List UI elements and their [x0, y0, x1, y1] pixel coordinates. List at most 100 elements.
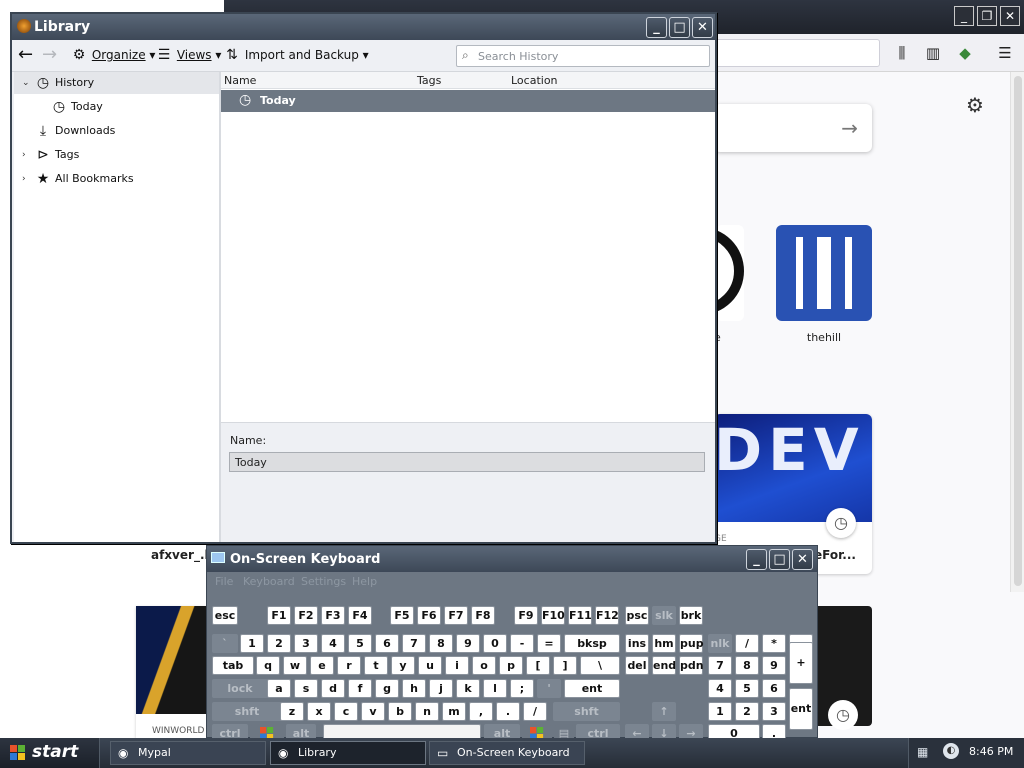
- key-rbracket[interactable]: ]: [553, 656, 577, 675]
- key-z[interactable]: z: [280, 702, 304, 721]
- newtab-search-box[interactable]: →: [714, 104, 872, 152]
- key-shft[interactable]: shft: [212, 702, 282, 721]
- key-a[interactable]: a: [267, 679, 291, 698]
- highlight-card-afxver[interactable]: afxver_.h: [136, 540, 216, 574]
- key-9[interactable]: 9: [456, 634, 480, 653]
- key-2[interactable]: 2: [735, 702, 759, 721]
- key-v[interactable]: v: [361, 702, 385, 721]
- library-titlebar[interactable]: Library _ □ ✕: [12, 14, 715, 40]
- close-button[interactable]: ✕: [692, 17, 713, 38]
- keyboard-tray-icon[interactable]: ▦: [917, 745, 928, 759]
- key-4[interactable]: 4: [708, 679, 732, 698]
- menu-file[interactable]: File: [215, 575, 233, 588]
- highlight-card[interactable]: ◷: [814, 606, 872, 730]
- key-2[interactable]: 2: [267, 634, 291, 653]
- key-3[interactable]: 3: [294, 634, 318, 653]
- key-f7[interactable]: F7: [444, 606, 468, 625]
- key-f1[interactable]: F1: [267, 606, 291, 625]
- menu-help[interactable]: Help: [352, 575, 377, 588]
- key-9[interactable]: 9: [762, 656, 786, 675]
- key-psc[interactable]: psc: [625, 606, 649, 625]
- key-l[interactable]: l: [483, 679, 507, 698]
- key-5[interactable]: 5: [348, 634, 372, 653]
- key-f6[interactable]: F6: [417, 606, 441, 625]
- key-shft[interactable]: shft: [553, 702, 620, 721]
- key-f11[interactable]: F11: [568, 606, 592, 625]
- key-u[interactable]: u: [418, 656, 442, 675]
- key-8[interactable]: 8: [735, 656, 759, 675]
- column-header-name[interactable]: Name: [224, 74, 256, 87]
- key-i[interactable]: i: [445, 656, 469, 675]
- key-0[interactable]: 0: [483, 634, 507, 653]
- menu-settings[interactable]: Settings: [301, 575, 346, 588]
- sidebar-icon[interactable]: ▥: [922, 43, 944, 63]
- key-d[interactable]: d: [321, 679, 345, 698]
- key-n[interactable]: n: [415, 702, 439, 721]
- key-minus[interactable]: -: [510, 634, 534, 653]
- key-f12[interactable]: F12: [595, 606, 619, 625]
- key-b[interactable]: b: [388, 702, 412, 721]
- key-hm[interactable]: hm: [652, 634, 676, 653]
- chevron-right-icon[interactable]: ›: [22, 144, 32, 166]
- menu-keyboard[interactable]: Keyboard: [243, 575, 295, 588]
- key-asterisk[interactable]: *: [762, 634, 786, 653]
- close-button[interactable]: ✕: [1000, 6, 1020, 26]
- chevron-right-icon[interactable]: ›: [22, 168, 32, 190]
- key-backslash[interactable]: \: [580, 656, 620, 675]
- key-up[interactable]: ↑: [652, 702, 676, 721]
- key-brk[interactable]: brk: [679, 606, 703, 625]
- library-icon[interactable]: ⫼: [891, 43, 913, 63]
- key-m[interactable]: m: [442, 702, 466, 721]
- column-header-location[interactable]: Location: [511, 74, 558, 87]
- name-field[interactable]: Today: [229, 452, 705, 472]
- sidebar-item-tags[interactable]: › ⊳ Tags: [14, 144, 219, 166]
- key-del[interactable]: del: [625, 656, 649, 675]
- key-tab[interactable]: tab: [212, 656, 254, 675]
- key-f10[interactable]: F10: [541, 606, 565, 625]
- views-button[interactable]: ☰ Views ▾: [155, 47, 222, 63]
- key-f3[interactable]: F3: [321, 606, 345, 625]
- key-lock[interactable]: lock: [212, 679, 268, 698]
- top-site-tile[interactable]: [716, 225, 744, 321]
- maximize-button[interactable]: □: [669, 17, 690, 38]
- key-f4[interactable]: F4: [348, 606, 372, 625]
- key-y[interactable]: y: [391, 656, 415, 675]
- sidebar-item-today[interactable]: ◷ Today: [14, 96, 219, 118]
- column-header-tags[interactable]: Tags: [417, 74, 441, 87]
- key-w[interactable]: w: [283, 656, 307, 675]
- key-6[interactable]: 6: [375, 634, 399, 653]
- key-ins[interactable]: ins: [625, 634, 649, 653]
- scrollbar-thumb[interactable]: [1014, 76, 1022, 586]
- clock[interactable]: 8:46 PM: [969, 745, 1013, 758]
- maximize-button[interactable]: □: [769, 549, 790, 570]
- key-lbracket[interactable]: [: [526, 656, 550, 675]
- chevron-down-icon[interactable]: ⌄: [22, 72, 32, 94]
- back-arrow-icon[interactable]: ←: [18, 44, 33, 65]
- arrow-right-icon[interactable]: →: [841, 116, 858, 140]
- key-ent[interactable]: ent: [789, 688, 813, 730]
- key-g[interactable]: g: [375, 679, 399, 698]
- table-row[interactable]: ◷ Today: [221, 90, 715, 112]
- hamburger-icon[interactable]: ☰: [994, 43, 1016, 63]
- key-f5[interactable]: F5: [390, 606, 414, 625]
- key-3[interactable]: 3: [762, 702, 786, 721]
- key-1[interactable]: 1: [708, 702, 732, 721]
- minimize-button[interactable]: _: [746, 549, 767, 570]
- key-bksp[interactable]: bksp: [564, 634, 620, 653]
- key-esc[interactable]: esc: [212, 606, 238, 625]
- key-r[interactable]: r: [337, 656, 361, 675]
- key-s[interactable]: s: [294, 679, 318, 698]
- key-o[interactable]: o: [472, 656, 496, 675]
- key-equals[interactable]: =: [537, 634, 561, 653]
- organize-button[interactable]: ⚙ Organize ▾: [70, 47, 156, 63]
- key-h[interactable]: h: [402, 679, 426, 698]
- key-t[interactable]: t: [364, 656, 388, 675]
- sidebar-item-history[interactable]: ⌄ ◷ History: [14, 72, 219, 94]
- key-5[interactable]: 5: [735, 679, 759, 698]
- key-j[interactable]: j: [429, 679, 453, 698]
- key-c[interactable]: c: [334, 702, 358, 721]
- key-pdn[interactable]: pdn: [679, 656, 704, 675]
- url-bar[interactable]: [714, 39, 880, 67]
- key-ent[interactable]: ent: [564, 679, 620, 698]
- top-site-tile-thehill[interactable]: [776, 225, 872, 321]
